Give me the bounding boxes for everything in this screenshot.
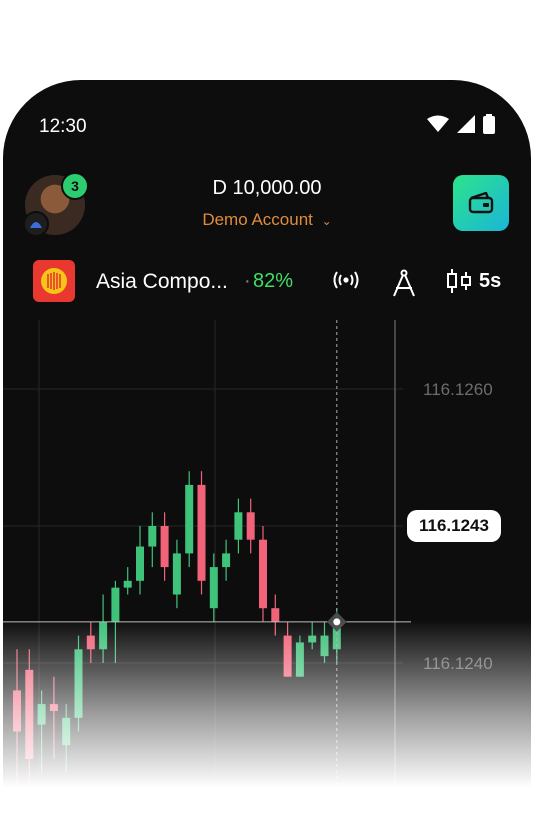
candle-body bbox=[172, 553, 181, 595]
account-selector[interactable]: Demo Account ⌄ bbox=[3, 210, 531, 230]
candle-body bbox=[209, 567, 218, 609]
wallet-button[interactable] bbox=[453, 175, 509, 231]
candle-body bbox=[222, 553, 231, 568]
candle-body bbox=[246, 512, 255, 540]
battery-icon bbox=[483, 114, 495, 134]
candle-body bbox=[160, 526, 169, 568]
candle-body bbox=[123, 580, 132, 588]
y-axis-tick-label: 116.1260 bbox=[423, 380, 493, 399]
candle-body bbox=[148, 526, 157, 547]
current-price-label: 116.1243 bbox=[407, 510, 501, 542]
candle-body bbox=[185, 484, 194, 554]
asset-payout: 82% bbox=[253, 270, 294, 292]
broadcast-icon bbox=[333, 271, 359, 289]
drawing-tools-button[interactable] bbox=[389, 268, 419, 298]
chart-fade-overlay bbox=[3, 620, 531, 820]
wallet-icon bbox=[468, 192, 494, 214]
status-icons bbox=[427, 114, 495, 134]
timeframe-label: 5s bbox=[479, 269, 502, 292]
signals-button[interactable] bbox=[331, 268, 361, 292]
account-type: Demo Account bbox=[202, 210, 313, 229]
timeframe-button[interactable]: 5s bbox=[445, 268, 501, 294]
phone-screen: 12:30 3 D 10,000.00 Demo Account ⌄ Asia … bbox=[3, 80, 531, 820]
chevron-down-icon: ⌄ bbox=[321, 214, 332, 228]
account-balance[interactable]: D 10,000.00 bbox=[3, 177, 531, 200]
candles-icon bbox=[447, 269, 471, 293]
asset-separator: · bbox=[244, 270, 251, 292]
candle-body bbox=[234, 512, 243, 540]
asset-name[interactable]: Asia Compo... bbox=[96, 270, 228, 294]
asset-flag-icon[interactable] bbox=[33, 260, 75, 302]
signal-icon bbox=[457, 115, 475, 133]
compass-icon bbox=[393, 269, 415, 297]
status-time: 12:30 bbox=[39, 116, 87, 137]
wifi-icon bbox=[427, 115, 449, 132]
candle-body bbox=[259, 539, 267, 609]
candle-body bbox=[111, 587, 120, 622]
candle-body bbox=[197, 484, 206, 581]
candle-body bbox=[136, 546, 144, 581]
